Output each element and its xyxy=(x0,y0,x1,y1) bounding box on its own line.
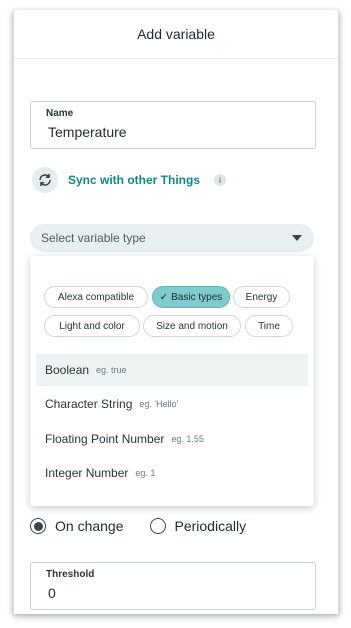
chip-time[interactable]: Time xyxy=(245,315,293,337)
name-field[interactable]: Name Temperature xyxy=(30,101,316,149)
add-variable-dialog: Add variable Name Temperature Sync with … xyxy=(13,10,339,614)
sync-row[interactable]: Sync with other Things i xyxy=(32,166,227,194)
radio-periodically[interactable] xyxy=(149,518,166,534)
update-policy-radios: On change Periodically xyxy=(30,518,246,534)
dialog-header: Add variable xyxy=(14,10,338,59)
option-floating-point-number[interactable]: Floating Point Number eg. 1.55 xyxy=(36,423,308,455)
dialog-title: Add variable xyxy=(137,26,215,42)
option-integer-number[interactable]: Integer Number eg. 1 xyxy=(36,457,308,489)
chip-size-and-motion[interactable]: Size and motion xyxy=(143,315,241,337)
option-character-string[interactable]: Character String eg. 'Hello' xyxy=(36,388,308,420)
variable-type-placeholder: Select variable type xyxy=(41,231,146,245)
variable-type-dropdown: Alexa compatible ✓ Basic types Energy Lig… xyxy=(30,256,314,506)
sync-icon[interactable] xyxy=(32,167,58,193)
check-icon: ✓ xyxy=(159,291,169,303)
threshold-field-value[interactable]: 0 xyxy=(48,585,56,601)
name-field-label: Name xyxy=(46,108,74,119)
threshold-field-label: Threshold xyxy=(46,569,95,580)
sync-label[interactable]: Sync with other Things xyxy=(68,173,200,187)
radio-on-change[interactable] xyxy=(30,518,46,534)
chevron-down-icon[interactable] xyxy=(292,235,302,241)
radio-on-change-label[interactable]: On change xyxy=(55,518,124,534)
chip-alexa-compatible[interactable]: Alexa compatible xyxy=(44,286,148,308)
info-icon[interactable]: i xyxy=(338,298,339,310)
chip-light-and-color[interactable]: Light and color xyxy=(44,315,140,337)
threshold-field[interactable]: Threshold 0 xyxy=(30,562,316,610)
chip-energy[interactable]: Energy xyxy=(233,286,290,308)
option-boolean[interactable]: Boolean eg. true xyxy=(36,354,308,386)
name-field-value[interactable]: Temperature xyxy=(48,124,127,140)
variable-type-select[interactable]: Select variable type xyxy=(30,224,314,252)
radio-periodically-label[interactable]: Periodically xyxy=(175,518,247,534)
info-icon[interactable]: i xyxy=(214,174,227,186)
chip-basic-types[interactable]: ✓ Basic types xyxy=(152,286,230,308)
